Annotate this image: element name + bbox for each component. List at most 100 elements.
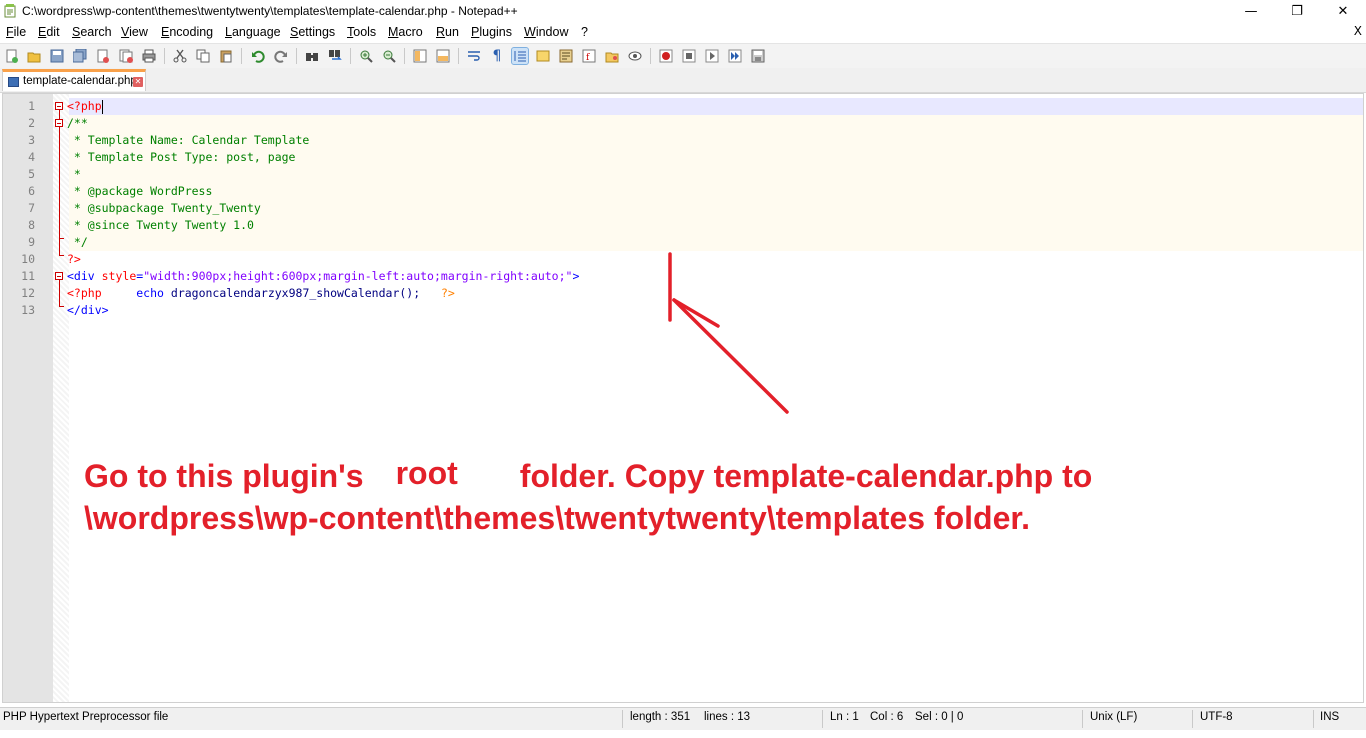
title-bar: C:\wordpress\wp-content\themes\twentytwe…: [0, 0, 1366, 22]
text-caret: [101, 99, 103, 114]
play-macro-icon[interactable]: [704, 48, 720, 64]
stop-macro-icon[interactable]: [681, 48, 697, 64]
toolbar-separator: [350, 48, 351, 64]
fold-line: [59, 110, 60, 119]
indent-guide-icon[interactable]: [511, 47, 529, 65]
close-file-icon[interactable]: [95, 48, 111, 64]
status-sel: Sel : 0 | 0: [915, 711, 964, 723]
menu-language[interactable]: Language: [225, 25, 281, 39]
toolbar-separator: [241, 48, 242, 64]
open-file-icon[interactable]: [26, 48, 42, 64]
fold-toggle-icon[interactable]: [55, 119, 63, 127]
menu-macro[interactable]: Macro: [388, 25, 423, 39]
code-line-9: */: [67, 235, 88, 249]
line-number: 6: [28, 184, 35, 198]
menu-help[interactable]: ?: [581, 25, 588, 39]
show-all-characters-icon[interactable]: ¶: [489, 48, 505, 64]
find-icon[interactable]: [304, 48, 320, 64]
minimize-button[interactable]: —: [1228, 0, 1274, 22]
status-lines: lines : 13: [704, 711, 751, 723]
monitoring-eye-icon[interactable]: [627, 48, 643, 64]
redo-icon[interactable]: [273, 48, 289, 64]
menu-settings[interactable]: Settings: [290, 25, 335, 39]
status-eol[interactable]: Unix (LF): [1090, 711, 1137, 723]
annotation-part: root: [395, 455, 458, 491]
menu-view[interactable]: View: [121, 25, 148, 39]
sync-horizontal-icon[interactable]: [435, 48, 451, 64]
annotation-text-line-2: \wordpress\wp-content\themes\twentytwent…: [84, 500, 1030, 536]
line-number: 13: [21, 303, 35, 317]
status-col: Col : 6: [870, 711, 904, 723]
menu-tools[interactable]: Tools: [347, 25, 376, 39]
print-icon[interactable]: [141, 48, 157, 64]
php-keyword: echo: [136, 286, 164, 300]
menu-file[interactable]: File: [6, 25, 26, 39]
fold-toggle-icon[interactable]: [55, 272, 63, 280]
close-all-icon[interactable]: [118, 48, 134, 64]
status-separator: [1082, 710, 1083, 728]
menu-window[interactable]: Window: [524, 25, 568, 39]
code-line-12: <?php echo dragoncalendarzyx987_showCale…: [67, 285, 455, 302]
html-tag-close: >: [572, 269, 580, 283]
menu-encoding[interactable]: Encoding: [161, 25, 213, 39]
tab-bar: template-calendar.php ✕: [0, 68, 1366, 93]
paste-icon[interactable]: [218, 48, 234, 64]
folder-as-workspace-icon[interactable]: [604, 48, 620, 64]
new-file-icon[interactable]: [4, 48, 20, 64]
maximize-button[interactable]: ❐: [1274, 0, 1320, 22]
menu-search[interactable]: Search: [72, 25, 112, 39]
line-number: 12: [21, 286, 35, 300]
toolbar: ¶ f: [0, 43, 1366, 68]
save-macro-icon[interactable]: [750, 48, 766, 64]
tab-close-icon[interactable]: ✕: [133, 77, 143, 87]
record-macro-icon[interactable]: [658, 48, 674, 64]
php-open-tag: <?php: [67, 99, 102, 113]
toolbar-separator: [650, 48, 651, 64]
html-tag: <div: [67, 269, 95, 283]
menu-edit[interactable]: Edit: [38, 25, 60, 39]
php-function: dragoncalendarzyx987_showCalendar: [170, 286, 400, 300]
status-insert-mode[interactable]: INS: [1320, 711, 1339, 723]
current-line-highlight: [69, 98, 1363, 115]
zoom-in-icon[interactable]: [358, 48, 374, 64]
document-map-icon[interactable]: [558, 48, 574, 64]
file-saved-icon: [8, 77, 19, 87]
fold-end: [59, 306, 64, 307]
zoom-out-icon[interactable]: [381, 48, 397, 64]
toolbar-separator: [164, 48, 165, 64]
fold-end: [59, 238, 64, 239]
close-window-button[interactable]: ✕: [1320, 0, 1366, 22]
tab-bar-empty-area: [560, 68, 1366, 92]
language-icon[interactable]: [535, 48, 551, 64]
menu-plugins[interactable]: Plugins: [471, 25, 512, 39]
toolbar-separator: [458, 48, 459, 64]
code-line-4: * Template Post Type: post, page: [67, 150, 296, 164]
run-macro-multiple-icon[interactable]: [727, 48, 743, 64]
annotation-part: folder. Copy template-calendar.php to: [519, 458, 1093, 494]
function-list-icon[interactable]: f: [581, 48, 597, 64]
line-number: 10: [21, 252, 35, 266]
copy-icon[interactable]: [195, 48, 211, 64]
save-icon[interactable]: [49, 48, 65, 64]
line-number: 8: [28, 218, 35, 232]
status-filetype: PHP Hypertext Preprocessor file: [3, 711, 169, 723]
code-line-13: </div>: [67, 303, 109, 317]
replace-icon[interactable]: [327, 48, 343, 64]
line-number: 2: [28, 116, 35, 130]
cut-icon[interactable]: [172, 48, 188, 64]
word-wrap-icon[interactable]: [466, 48, 482, 64]
php-close-tag: ?>: [440, 286, 455, 300]
status-encoding[interactable]: UTF-8: [1200, 711, 1233, 723]
tab-label: template-calendar.php: [23, 75, 137, 87]
menu-run[interactable]: Run: [436, 25, 459, 39]
sync-vertical-icon[interactable]: [412, 48, 428, 64]
php-open-tag: <?php: [67, 286, 102, 300]
fold-toggle-icon[interactable]: [55, 102, 63, 110]
save-all-icon[interactable]: [72, 48, 88, 64]
status-separator: [1313, 710, 1314, 728]
undo-icon[interactable]: [250, 48, 266, 64]
code-line-7: * @subpackage Twenty_Twenty: [67, 201, 261, 215]
close-document-button[interactable]: X: [1354, 24, 1362, 38]
annotation-text-line-1: Go to this plugin's root folder. Copy temp…: [84, 455, 1093, 495]
tab-template-calendar[interactable]: template-calendar.php ✕: [2, 69, 146, 91]
